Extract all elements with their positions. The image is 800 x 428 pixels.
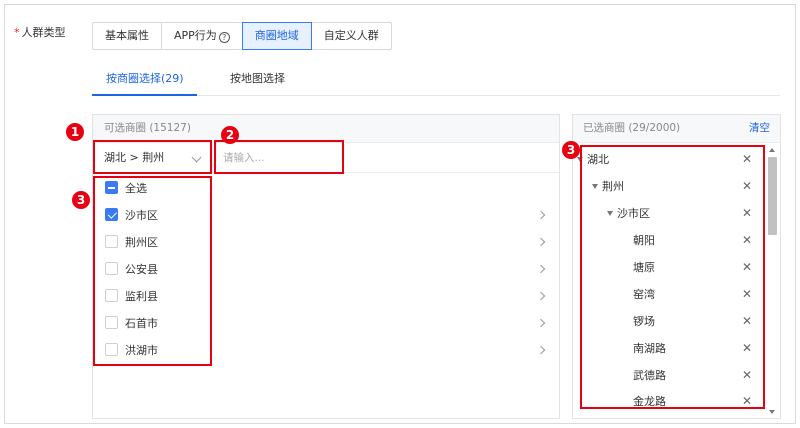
annotation-badge: 1 (66, 123, 84, 141)
annotation-box-selected-tree (580, 145, 765, 409)
available-circles-title: 可选商圈 (15127) (93, 115, 559, 143)
tab-app-behavior-label: APP行为 (174, 29, 217, 42)
chevron-right-icon[interactable] (536, 210, 546, 220)
question-circle-icon[interactable]: ? (218, 32, 230, 43)
selection-mode-tabs: 按商圈选择(29) 按地图选择 (92, 64, 780, 96)
chevron-right-icon[interactable] (536, 345, 546, 355)
tab-select-by-map[interactable]: 按地图选择 (230, 70, 285, 86)
scrollbar-thumb[interactable] (768, 157, 777, 235)
chevron-right-icon[interactable] (536, 237, 546, 247)
tab-app-behavior[interactable]: APP行为? (161, 22, 243, 50)
chevron-right-icon[interactable] (536, 264, 546, 274)
crowd-type-tabs: 基本属性 APP行为? 商圈地域 自定义人群 (92, 22, 392, 50)
annotation-badge: 3 (562, 141, 580, 159)
annotation-badge: 2 (221, 126, 239, 144)
tab-business-region-label: 商圈地域 (254, 29, 299, 42)
annotation-box-checkbox-list (93, 176, 212, 366)
tab-custom-crowd-label: 自定义人群 (323, 29, 379, 42)
tab-custom-crowd[interactable]: 自定义人群 (310, 22, 392, 50)
annotation-box-region-select (93, 140, 212, 174)
tab-basic-attributes-label: 基本属性 (105, 29, 149, 42)
active-tab-indicator (92, 94, 197, 96)
scroll-down-icon[interactable] (769, 410, 775, 414)
crowd-type-label-text: 人群类型 (21, 26, 66, 39)
scroll-up-icon[interactable] (769, 148, 775, 152)
required-mark: * (14, 26, 20, 39)
tab-select-by-business-circle[interactable]: 按商圈选择(29) (106, 70, 184, 86)
annotation-box-search-input (214, 140, 344, 174)
tree-scrollbar[interactable] (766, 145, 778, 417)
chevron-right-icon[interactable] (536, 318, 546, 328)
selected-circles-header: 已选商圈 (29/2000) 清空 (573, 115, 780, 143)
selected-circles-title: 已选商圈 (29/2000) (583, 122, 681, 134)
chevron-right-icon[interactable] (536, 291, 546, 301)
annotation-badge: 3 (72, 191, 90, 209)
clear-button[interactable]: 清空 (749, 115, 770, 142)
tab-basic-attributes[interactable]: 基本属性 (92, 22, 162, 50)
crowd-type-label: * 人群类型 (14, 24, 66, 40)
tab-business-region[interactable]: 商圈地域 (241, 22, 312, 50)
